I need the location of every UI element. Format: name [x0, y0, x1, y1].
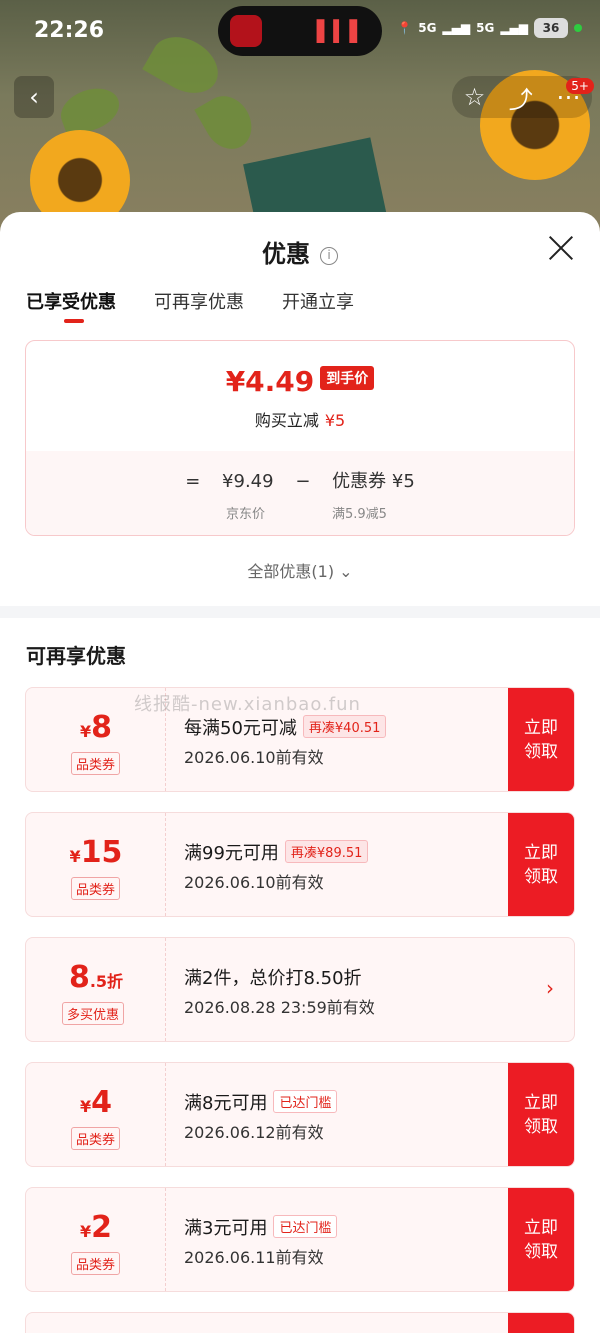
- info-icon[interactable]: i: [320, 247, 338, 265]
- app-icon: [230, 15, 262, 47]
- final-price-tag: 到手价: [320, 366, 375, 390]
- close-button[interactable]: [546, 232, 576, 262]
- watermark: 线报酷-new.xianbao.fun: [134, 694, 361, 715]
- multi-buy-card[interactable]: 8.5折 多买优惠 满2件，总价打8.50折 2026.08.28 23:59前…: [25, 937, 575, 1042]
- claim-button[interactable]: 立即 领取: [508, 1188, 574, 1291]
- coupon-threshold-chip: 已达门槛: [273, 1090, 338, 1113]
- minus-sign: −: [295, 471, 311, 492]
- final-price: ¥4.49: [225, 365, 315, 398]
- discount-value-area: 8.5折 多买优惠: [26, 938, 166, 1041]
- claim-button[interactable]: 立即 领取: [508, 1063, 574, 1166]
- chevron-left-icon: ‹: [29, 83, 39, 111]
- system-icons: 📍 5G ▂▄▆ 5G ▂▄▆ 36: [397, 18, 582, 38]
- share-icon[interactable]: ⤴: [509, 80, 533, 115]
- coupon-gap-chip: 再凑¥40.51: [302, 715, 387, 738]
- coupon-condition-label: 满5.9减5: [332, 507, 387, 522]
- original-price: ¥9.49: [222, 471, 274, 492]
- coupon-validity: 2026.06.12前有效: [184, 1123, 324, 1142]
- coupon-value-area: ¥15 品类券: [26, 813, 166, 916]
- coupon-value-area: ¥2 品类券: [26, 1188, 166, 1291]
- coupon-condition: 每满50元可减 再凑¥40.51: [184, 714, 387, 740]
- coupon-condition: 满8元可用 已达门槛: [184, 1089, 338, 1115]
- coupon-card: ¥15 品类券 满99元可用 再凑¥89.51 2026.06.10前有效 立即领…: [25, 812, 575, 917]
- status-bar: 22:26 ▌▍▌ 📍 5G ▂▄▆ 5G ▂▄▆ 36: [0, 0, 600, 62]
- audio-wave-icon: ▌▍▌: [316, 19, 366, 43]
- coupon-type: 品类券: [71, 752, 121, 775]
- all-promotions-label: 全部优惠(1): [247, 562, 335, 581]
- coupon-validity: 2026.06.10前有效: [184, 873, 324, 892]
- coupon-condition: 满99元可用 再凑¥89.51: [184, 839, 369, 865]
- tab-enjoyed[interactable]: 已享受优惠: [26, 288, 116, 323]
- reduce-label: 购买立减: [254, 411, 319, 430]
- network-5g-1: 5G: [418, 21, 437, 35]
- all-promotions-toggle[interactable]: 全部优惠(1) ⌄: [0, 558, 600, 582]
- coupon-card-partial: [25, 1312, 575, 1333]
- discount-type: 多买优惠: [62, 1002, 125, 1025]
- coupon-value-area: ¥4 品类券: [26, 1063, 166, 1166]
- claim-button[interactable]: 立即 领取: [508, 813, 574, 916]
- tab-bar: 已享受优惠 可再享优惠 开通立享: [26, 288, 354, 323]
- reduce-row: 购买立减 ¥5: [26, 407, 574, 431]
- tab-more-available[interactable]: 可再享优惠: [154, 288, 244, 314]
- signal-icon: ▂▄▆: [442, 21, 471, 35]
- section-title: 可再享优惠: [26, 644, 126, 668]
- equals-sign: =: [185, 471, 201, 492]
- coupon-card: ¥4 品类券 满8元可用 已达门槛 2026.06.12前有效 立即 领取: [25, 1062, 575, 1167]
- original-price-label: 京东价: [226, 507, 266, 522]
- status-time: 22:26: [34, 18, 105, 43]
- location-icon: 📍: [397, 21, 413, 35]
- coupon-validity: 2026.06.10前有效: [184, 748, 324, 767]
- formula-area: [26, 451, 574, 535]
- final-price-row: ¥4.49 到手价: [26, 365, 574, 398]
- sheet-title: 优惠: [262, 240, 310, 268]
- coupon-value: ¥4: [79, 1085, 112, 1120]
- coupon-value: ¥15: [69, 835, 123, 870]
- coupon-value: ¥2: [79, 1210, 112, 1245]
- price-breakdown: ¥4.49 到手价 购买立减 ¥5 = ¥9.49 − 优惠券 ¥5 京东价 满5.…: [25, 340, 575, 536]
- coupon-threshold-chip: 已达门槛: [273, 1215, 338, 1238]
- claim-button[interactable]: 立即 领取: [508, 688, 574, 791]
- claim-button[interactable]: [508, 1313, 574, 1333]
- coupon-validity: 2026.06.11前有效: [184, 1248, 324, 1267]
- discount-validity: 2026.08.28 23:59前有效: [184, 998, 375, 1017]
- coupon-amount: 优惠券 ¥5: [332, 471, 415, 492]
- coupon-type: 品类券: [71, 877, 121, 900]
- network-5g-2: 5G: [476, 21, 495, 35]
- chevron-down-icon: ⌄: [339, 562, 353, 581]
- coupon-type: 品类券: [71, 1252, 121, 1275]
- reduce-amount: ¥5: [324, 411, 346, 430]
- price-formula: = ¥9.49 − 优惠券 ¥5: [26, 467, 574, 493]
- section-divider: [0, 606, 600, 618]
- privacy-indicator: [574, 24, 582, 32]
- tab-open-to-enjoy[interactable]: 开通立享: [282, 288, 354, 314]
- message-badge: 5+: [566, 78, 594, 94]
- favorite-star-icon[interactable]: ☆: [464, 83, 486, 111]
- coupon-type: 品类券: [71, 1127, 121, 1150]
- back-button[interactable]: ‹: [14, 76, 54, 118]
- sheet-title-row: 优惠 i: [0, 234, 600, 269]
- dynamic-island: ▌▍▌: [218, 6, 382, 56]
- discount-value: 8.5折: [68, 960, 124, 995]
- coupon-gap-chip: 再凑¥89.51: [284, 840, 369, 863]
- coupon-condition: 满3元可用 已达门槛: [184, 1214, 338, 1240]
- chevron-right-icon: ›: [546, 976, 554, 1000]
- discount-condition: 满2件，总价打8.50折: [184, 968, 362, 989]
- signal-icon-2: ▂▄▆: [500, 21, 528, 35]
- coupon-card: ¥2 品类券 满3元可用 已达门槛 2026.06.11前有效 立即 领取: [25, 1187, 575, 1292]
- battery-icon: 36: [534, 18, 568, 38]
